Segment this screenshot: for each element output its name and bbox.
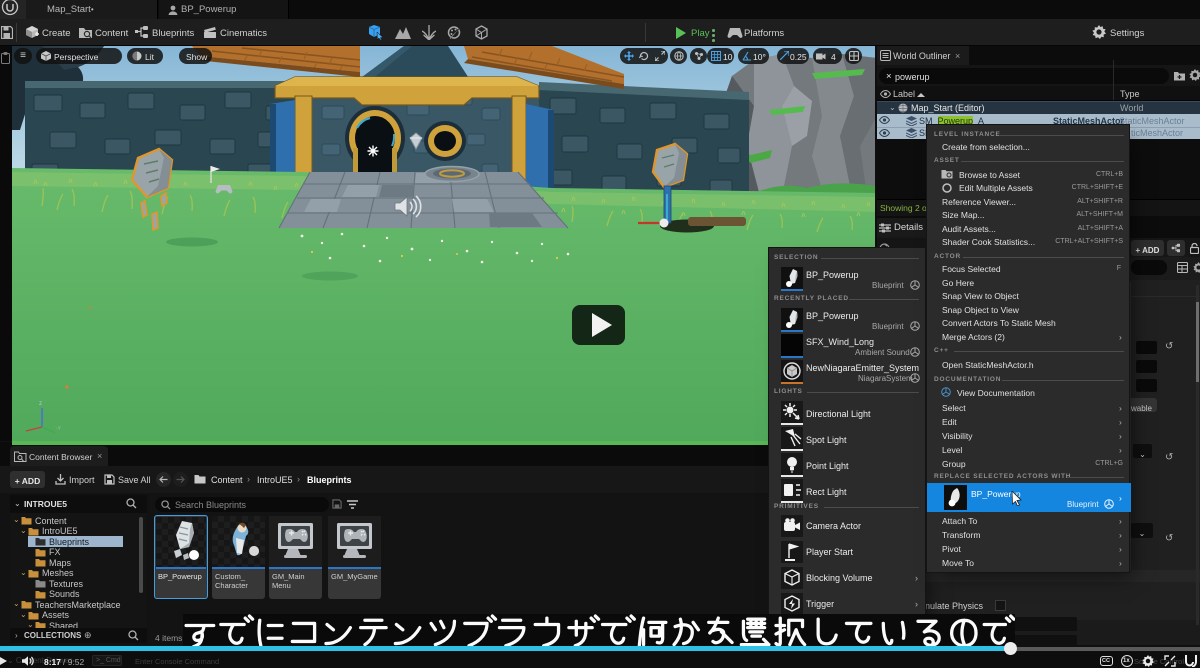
svg-text:z: z xyxy=(39,401,42,407)
svg-text:-Y: -Y xyxy=(56,426,62,432)
